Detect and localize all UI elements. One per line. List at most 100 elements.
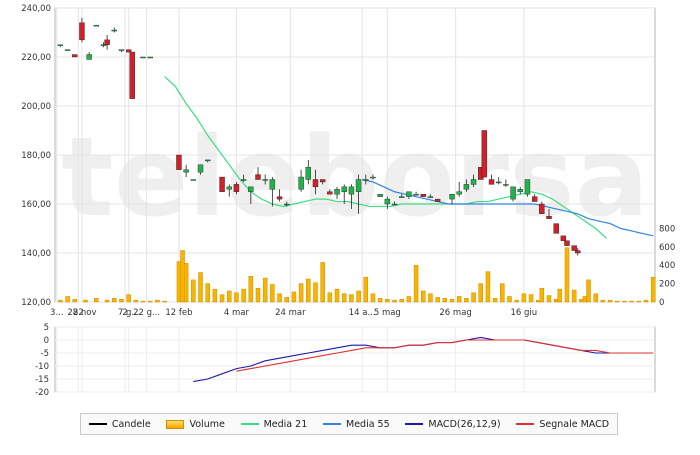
candle-body [284,203,290,206]
candle-body [197,164,204,173]
candle-body [575,250,581,254]
price-tick-label: 120,00 [21,298,51,308]
x-tick-label: 4 mar [224,308,250,318]
candle-body [93,24,100,27]
price-tick-label: 140,00 [21,249,51,259]
candle-body [183,169,189,173]
candle-body [129,51,135,99]
legend-item: Media 55 [323,419,390,430]
legend-label: Media 55 [346,418,390,430]
candle-body [348,186,355,195]
candle-body [496,181,502,184]
volume-bar [370,293,376,303]
volume-bar [255,287,261,303]
legend-swatch [516,423,535,425]
volume-bar [227,290,232,303]
candle-body [262,179,268,181]
macd-tick-label: -15 [35,375,49,385]
legend-label: Volume [189,418,225,430]
volume-bar [83,299,88,303]
candle-body [305,167,311,180]
candle-body [204,159,211,162]
legend-swatch [240,423,259,425]
candle-body [118,49,125,51]
volume-bar [191,279,196,303]
candle-body [384,198,391,205]
volume-tick-label: 200 [659,280,675,290]
candle-body [560,235,567,241]
volume-bar [464,298,469,303]
candle-body [327,191,333,195]
volume-bar [629,300,634,303]
x-tick-label: 28 nov [67,308,96,318]
candle-body [434,198,441,202]
candle-body [406,191,412,197]
candle-body [248,186,254,192]
volume-bar [198,272,203,303]
volume-bar [650,276,656,303]
candle-body [456,191,462,195]
legend-item: MACD(26,12,9) [405,419,501,430]
stock-chart: teleborsa 120,00 140,00 160,00 180,00 200,00 2… [21,4,675,398]
volume-bar [65,296,70,303]
volume-bar [306,278,311,303]
candle-body [427,196,434,198]
volume-bar [313,282,318,303]
candle-body [363,179,369,181]
volume-bar [320,262,325,303]
candle-body [111,29,117,32]
candle-body [140,56,146,59]
volume-bar [349,294,354,303]
candle-body [391,203,398,206]
volume-bar [593,293,598,303]
volume-bar [615,300,620,303]
candle-body [104,39,110,45]
volume-bar [546,295,552,303]
volume-bar [205,283,210,303]
volume-bar [500,283,505,303]
candle-body [269,179,276,190]
volume-bar [643,299,649,303]
candle-body [86,54,92,60]
candle-body [463,184,470,190]
volume-bar [456,296,462,303]
volume-bar [234,292,239,303]
volume-bar [119,298,124,303]
volume-bar [133,299,139,303]
volume-bar [385,298,390,303]
volume-bar [521,293,527,303]
legend-item: Segnale MACD [516,419,609,430]
candle-body [420,193,426,197]
volume-bar [564,247,570,303]
candle-body [255,174,261,180]
volume-tick-label: 0 [659,298,664,308]
volume-bar [514,299,519,303]
volume-bar [58,299,63,303]
candle-body [413,193,419,196]
volume-bar [392,299,397,303]
legend-swatch [166,419,185,429]
volume-bar [485,271,491,303]
candle-body [481,130,488,178]
candle-body [503,184,509,186]
candle-body [298,176,304,190]
volume-bar [539,287,545,303]
x-tick-label: 5 mag [374,308,401,318]
volume-bar [478,283,483,303]
candle-body [539,203,545,215]
legend-label: Media 21 [263,418,308,430]
volume-bar [492,298,498,303]
x-tick-label: 14 a... [349,308,376,318]
candle-body [147,56,153,59]
legend-item: Candele [88,419,151,430]
x-tick-label: 22 g... [133,308,160,318]
macd-tick-label: 5 [44,323,49,333]
x-tick-label: 24 mar [275,308,306,318]
volume-bar [442,298,448,303]
macd-plot-frame [54,326,656,393]
volume-bar [406,296,412,303]
x-tick-label: 26 mag [439,308,471,318]
volume-bar [162,300,167,303]
candle-body [57,44,64,46]
macd-tick-label: 0 [44,336,49,346]
